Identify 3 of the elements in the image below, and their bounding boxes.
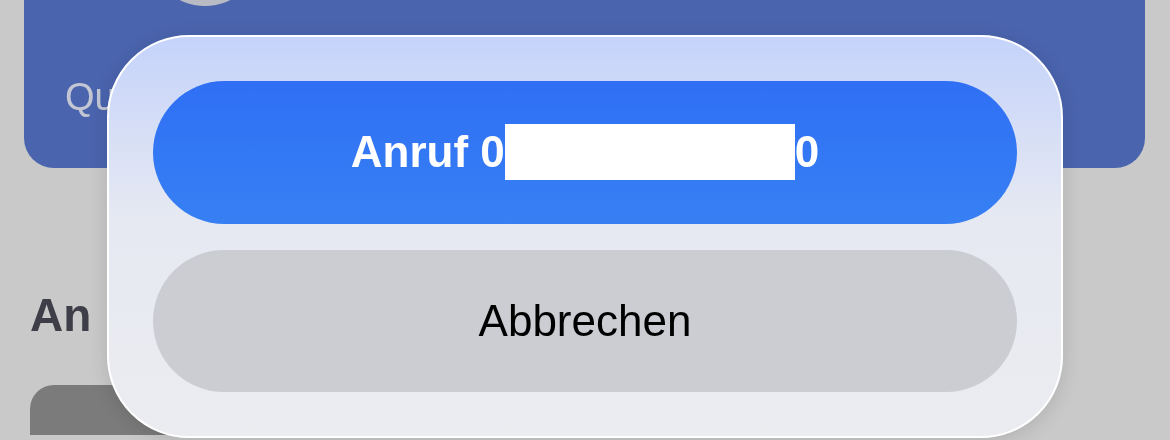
section-heading: An	[30, 292, 92, 338]
call-button[interactable]: Anruf 0 0	[153, 81, 1017, 224]
cancel-button[interactable]: Abbrechen	[153, 249, 1017, 392]
